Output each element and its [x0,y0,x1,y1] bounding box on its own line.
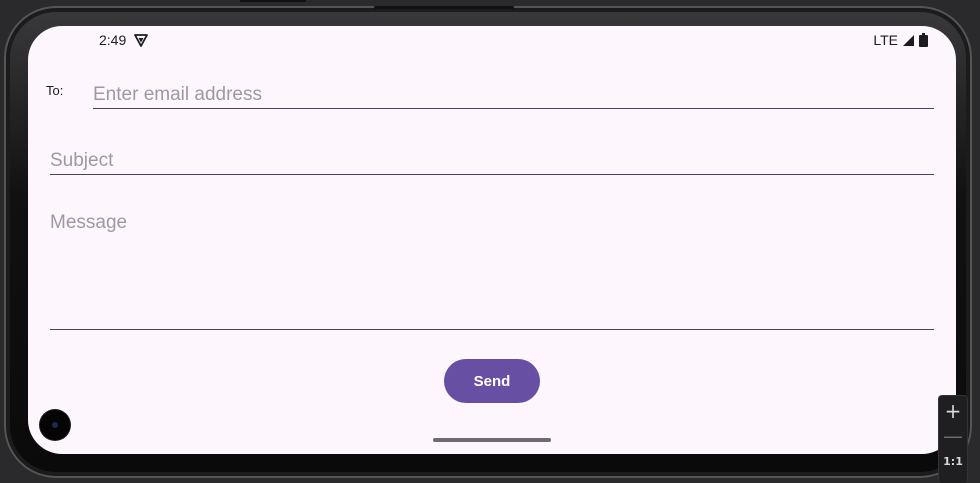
network-type: LTE [873,32,898,48]
message-input[interactable] [50,212,934,330]
send-button[interactable]: Send [444,359,540,403]
emulator-window: 2:49 LTE To: Send + [0,0,980,483]
phone-screen: 2:49 LTE To: Send [28,26,956,454]
status-bar: 2:49 LTE [28,26,956,54]
status-right-group: LTE [873,32,928,48]
battery-icon [919,33,928,47]
device-edge-detail [374,6,514,9]
status-time: 2:49 [99,32,127,48]
subject-input[interactable] [50,148,934,175]
vpn-key-icon [134,34,148,47]
emulator-zoom-panel: + — 1:1 [939,396,967,483]
to-email-input[interactable] [93,82,934,109]
front-camera-icon [40,410,70,440]
signal-icon [903,34,914,46]
zoom-in-button[interactable]: + [939,398,967,424]
device-edge-detail [240,0,306,2]
home-indicator[interactable] [433,438,551,442]
zoom-out-button[interactable]: — [939,423,967,449]
to-label: To: [46,83,64,98]
zoom-reset-button[interactable]: 1:1 [939,449,967,475]
